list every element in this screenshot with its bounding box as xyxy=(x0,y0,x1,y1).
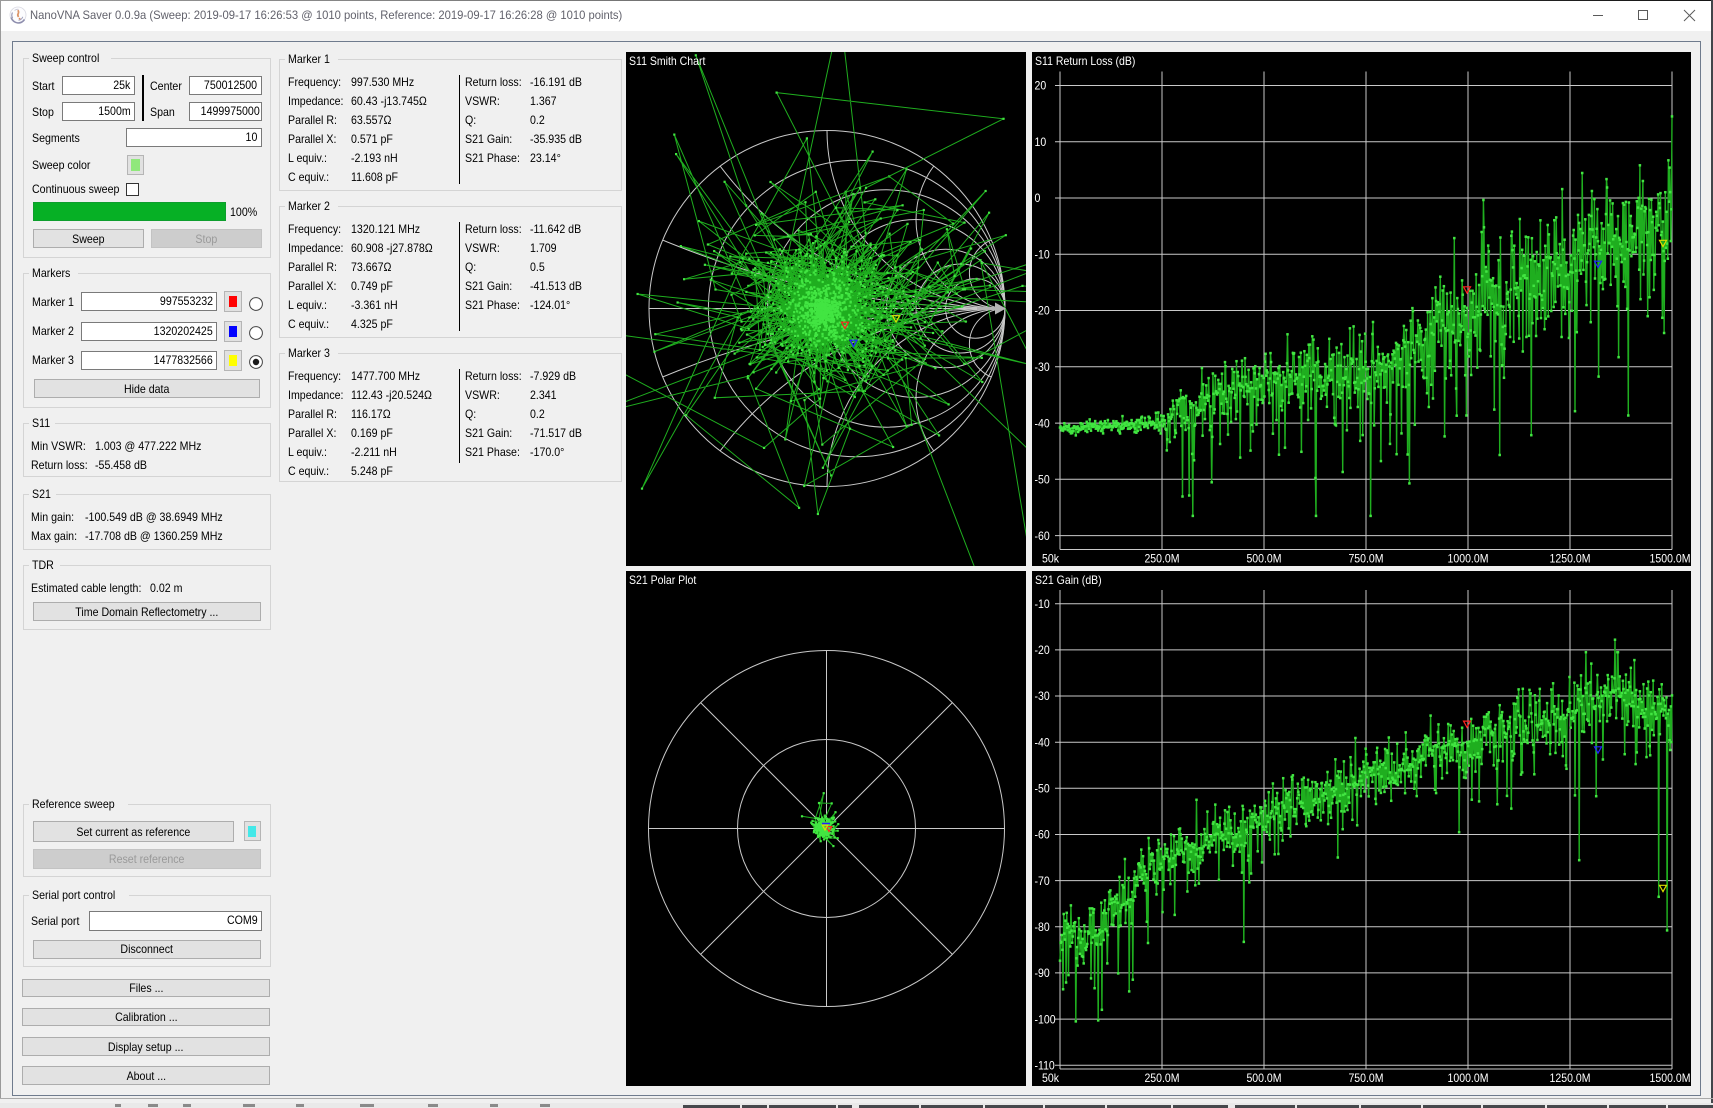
svg-text:-50: -50 xyxy=(1035,782,1050,796)
svg-text:-80: -80 xyxy=(1035,920,1050,934)
svg-text:50k: 50k xyxy=(1042,551,1060,565)
svg-text:-30: -30 xyxy=(1035,689,1050,703)
svg-text:1250.0M: 1250.0M xyxy=(1550,551,1591,565)
svg-text:500.0M: 500.0M xyxy=(1246,551,1281,565)
svg-text:1250.0M: 1250.0M xyxy=(1550,1071,1591,1085)
svg-text:750.0M: 750.0M xyxy=(1348,1071,1383,1085)
svg-text:-60: -60 xyxy=(1035,828,1050,842)
svg-text:S21 Gain (dB): S21 Gain (dB) xyxy=(1035,573,1102,587)
svg-text:1500.0M: 1500.0M xyxy=(1650,551,1691,565)
svg-text:-40: -40 xyxy=(1035,416,1050,430)
svg-text:20: 20 xyxy=(1035,78,1047,92)
svg-text:-40: -40 xyxy=(1035,735,1050,749)
svg-text:-100: -100 xyxy=(1035,1012,1056,1026)
svg-text:-60: -60 xyxy=(1035,528,1050,542)
svg-text:0: 0 xyxy=(1035,191,1041,205)
svg-text:250.0M: 250.0M xyxy=(1144,551,1179,565)
svg-text:50k: 50k xyxy=(1042,1071,1060,1085)
svg-text:-90: -90 xyxy=(1035,966,1050,980)
svg-text:-30: -30 xyxy=(1035,360,1050,374)
svg-text:250.0M: 250.0M xyxy=(1144,1071,1179,1085)
svg-text:1500.0M: 1500.0M xyxy=(1650,1071,1691,1085)
svg-text:S21 Polar Plot: S21 Polar Plot xyxy=(629,573,697,587)
svg-text:750.0M: 750.0M xyxy=(1348,551,1383,565)
svg-text:-50: -50 xyxy=(1035,472,1050,486)
svg-text:500.0M: 500.0M xyxy=(1246,1071,1281,1085)
svg-text:S11 Smith Chart: S11 Smith Chart xyxy=(629,54,706,68)
svg-text:-10: -10 xyxy=(1035,597,1050,611)
svg-text:-10: -10 xyxy=(1035,247,1050,261)
svg-text:1000.0M: 1000.0M xyxy=(1448,551,1489,565)
svg-text:-20: -20 xyxy=(1035,643,1050,657)
svg-text:10: 10 xyxy=(1035,134,1047,148)
svg-text:1000.0M: 1000.0M xyxy=(1448,1071,1489,1085)
svg-text:S11 Return Loss (dB): S11 Return Loss (dB) xyxy=(1035,54,1135,68)
svg-text:-20: -20 xyxy=(1035,303,1050,317)
svg-text:-70: -70 xyxy=(1035,874,1050,888)
